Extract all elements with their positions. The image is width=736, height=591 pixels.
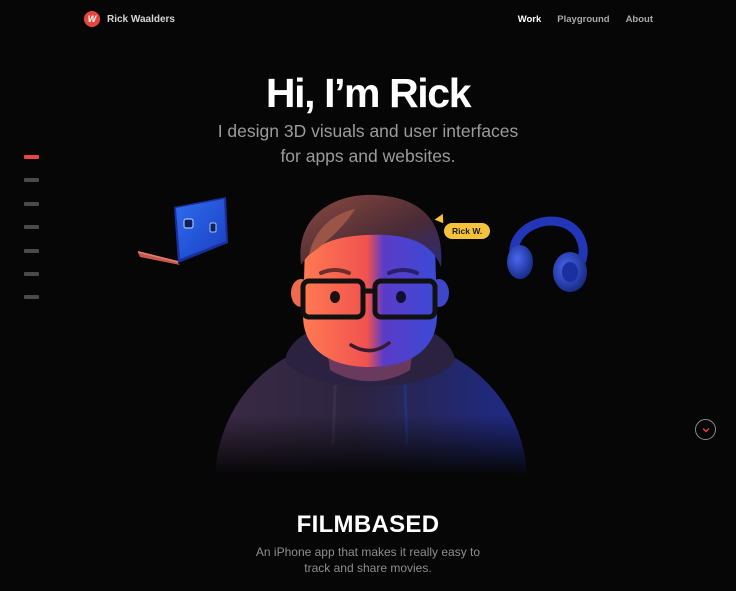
project-description-line1: An iPhone app that makes it really easy … bbox=[255, 545, 481, 559]
section-dot-3[interactable] bbox=[24, 201, 39, 206]
section-dot-1[interactable] bbox=[24, 155, 39, 159]
section-dot-2[interactable] bbox=[24, 178, 39, 183]
brand-link[interactable]: W Rick Waalders bbox=[84, 11, 175, 27]
nav-work[interactable]: Work bbox=[518, 14, 542, 25]
scroll-down-button[interactable] bbox=[695, 419, 716, 440]
nav-about[interactable]: About bbox=[626, 14, 653, 25]
section-dot-6[interactable] bbox=[24, 271, 39, 276]
section-dot-7[interactable] bbox=[24, 295, 39, 300]
project-description: An iPhone app that makes it really easy … bbox=[0, 544, 736, 576]
brand-name: Rick Waalders bbox=[107, 13, 175, 25]
nav-playground[interactable]: Playground bbox=[557, 14, 609, 25]
project-title[interactable]: FILMBASED bbox=[0, 511, 736, 539]
brand-logo-icon: W bbox=[84, 11, 100, 27]
section-indicator bbox=[24, 155, 39, 319]
hero-title: Hi, I’m Rick bbox=[265, 70, 472, 116]
section-dot-5[interactable] bbox=[24, 248, 39, 253]
avatar-illustration bbox=[205, 194, 535, 475]
section-dot-4[interactable] bbox=[24, 225, 39, 230]
hero-subtitle-line1: I design 3D visuals and user interfaces bbox=[217, 121, 519, 141]
chevron-down-icon bbox=[702, 427, 709, 432]
hero-subtitle-line2: for apps and websites. bbox=[280, 146, 456, 166]
hero-subtitle: I design 3D visuals and user interfaces … bbox=[0, 119, 736, 169]
top-nav: Work Playground About bbox=[518, 14, 653, 25]
page: W Rick Waalders Work Playground About Hi… bbox=[0, 0, 736, 591]
project-description-line2: track and share movies. bbox=[304, 561, 432, 575]
